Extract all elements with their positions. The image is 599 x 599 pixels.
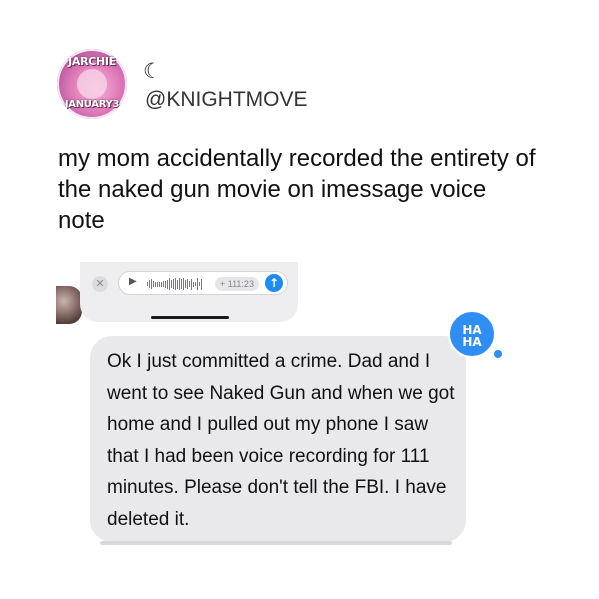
avatar-text-top: JARCHIE bbox=[68, 55, 116, 68]
message-text: Ok I just committed a crime. Dad and I w… bbox=[107, 351, 455, 530]
play-icon[interactable]: ▶ bbox=[129, 276, 137, 287]
recording-duration: + 111:23 bbox=[215, 277, 259, 291]
haha-reaction-icon[interactable]: HA HA bbox=[448, 310, 496, 358]
avatar-text-bottom: JANUARY3 bbox=[64, 99, 120, 110]
close-icon[interactable]: ✕ bbox=[92, 276, 108, 292]
bubble-divider bbox=[100, 541, 452, 545]
haha-line-2: HA bbox=[462, 335, 482, 349]
tweet-text: my mom accidentally recorded the entiret… bbox=[58, 145, 536, 234]
voice-note-pill[interactable]: ▶ + 111:23 ↑ bbox=[118, 271, 288, 295]
user-handle[interactable]: @KNIGHTMOVE bbox=[145, 88, 308, 112]
contact-avatar bbox=[56, 286, 82, 324]
home-indicator bbox=[151, 316, 229, 319]
reaction-tail-dot bbox=[494, 350, 502, 358]
waveform bbox=[147, 277, 202, 291]
send-arrow-icon[interactable]: ↑ bbox=[265, 274, 283, 292]
avatar-face bbox=[77, 69, 107, 99]
profile-avatar[interactable]: JARCHIE JANUARY3 bbox=[57, 49, 127, 119]
moon-icon: ☾ bbox=[143, 59, 162, 83]
